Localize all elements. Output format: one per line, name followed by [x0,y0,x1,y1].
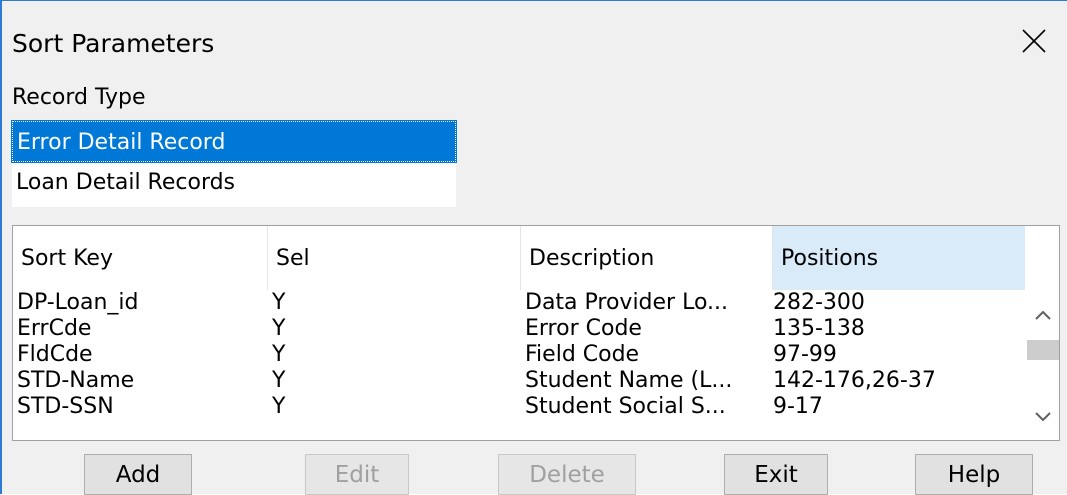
column-header-description[interactable]: Description [521,226,773,290]
column-header-sel[interactable]: Sel [268,226,521,290]
edit-button[interactable]: Edit [305,454,409,495]
cell-sel: Y [272,368,286,393]
cell-sort-key: FldCde [17,342,93,367]
cell-positions: 282-300 [773,290,865,315]
table-row[interactable]: FldCde Y Field Code 97-99 [13,342,1025,368]
cell-sel: Y [272,342,286,367]
table-row[interactable]: STD-SSN Y Student Social S... 9-17 [13,394,1025,420]
cell-positions: 9-17 [773,394,823,419]
chevron-up-icon [1035,310,1051,320]
chevron-down-icon [1035,412,1051,422]
help-button[interactable]: Help [915,454,1033,495]
vertical-scrollbar[interactable] [1027,290,1059,440]
cell-sel: Y [272,290,286,315]
cell-sort-key: STD-Name [17,368,135,393]
cell-positions: 135-138 [773,316,865,341]
cell-description: Student Social S... [525,394,726,419]
cell-description: Error Code [525,316,642,341]
close-icon [1022,29,1046,53]
cell-description: Field Code [525,342,640,367]
column-header-positions[interactable]: Positions [773,226,1025,290]
record-type-label: Record Type [12,85,146,110]
cell-sort-key: ErrCde [17,316,92,341]
close-button[interactable] [1014,21,1054,61]
cell-positions: 97-99 [773,342,837,367]
scroll-up-button[interactable] [1027,300,1059,330]
record-type-item-loan-detail[interactable]: Loan Detail Records [12,162,456,203]
grid-body: DP-Loan_id Y Data Provider Lo... 282-300… [13,290,1025,420]
grid-header: Sort Key Sel Description Positions [13,226,1025,290]
cell-positions: 142-176,26-37 [773,368,936,393]
cell-sort-key: DP-Loan_id [17,290,139,315]
delete-button[interactable]: Delete [498,454,636,495]
table-row[interactable]: DP-Loan_id Y Data Provider Lo... 282-300 [13,290,1025,316]
sort-parameters-dialog: Sort Parameters Record Type Error Detail… [0,0,1067,495]
record-type-item-error-detail[interactable]: Error Detail Record [11,120,457,163]
add-button[interactable]: Add [84,454,192,495]
cell-description: Data Provider Lo... [525,290,729,315]
cell-description: Student Name (L... [525,368,733,393]
column-header-sort-key[interactable]: Sort Key [13,226,268,290]
table-row[interactable]: STD-Name Y Student Name (L... 142-176,26… [13,368,1025,394]
cell-sel: Y [272,316,286,341]
cell-sort-key: STD-SSN [17,394,114,419]
sort-key-grid: Sort Key Sel Description Positions DP-Lo… [12,225,1060,441]
cell-sel: Y [272,394,286,419]
exit-button[interactable]: Exit [724,454,828,495]
scroll-thumb[interactable] [1027,340,1059,360]
scroll-down-button[interactable] [1027,402,1059,432]
dialog-title: Sort Parameters [12,29,215,58]
table-row[interactable]: ErrCde Y Error Code 135-138 [13,316,1025,342]
record-type-list[interactable]: Error Detail Record Loan Detail Records [11,120,457,207]
